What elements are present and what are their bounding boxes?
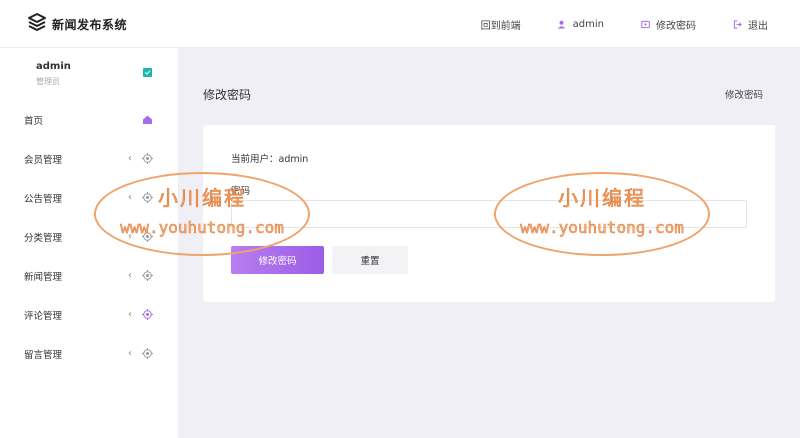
sidebar-item-comments[interactable]: 评论管理 ‹ [0, 295, 178, 334]
sidebar-item-news[interactable]: 新闻管理 ‹ [0, 256, 178, 295]
sidebar-user-name: admin [36, 61, 71, 72]
logout-link[interactable]: 退出 [732, 17, 768, 32]
sidebar-item-members[interactable]: 会员管理 ‹ [0, 139, 178, 178]
app-title: 新闻发布系统 [52, 17, 128, 32]
password-icon [640, 19, 650, 29]
change-password-link[interactable]: 修改密码 [640, 17, 696, 32]
top-header: 新闻发布系统 回到前端 admin 修改密码 退出 [0, 0, 800, 48]
target-icon [142, 231, 153, 242]
password-form-card: 当前用户：admin 密码 修改密码 重置 [203, 125, 775, 302]
logout-label: 退出 [748, 20, 768, 32]
sidebar-item-announcements[interactable]: 公告管理 ‹ [0, 178, 178, 217]
chevron-left-icon: ‹ [128, 153, 132, 164]
home-icon [142, 114, 153, 125]
sidebar-item-label: 评论管理 [24, 310, 63, 322]
sidebar-item-label: 留言管理 [24, 349, 63, 361]
sidebar-user-role: 管理员 [36, 77, 60, 86]
target-icon [142, 270, 153, 281]
sidebar: admin 管理员 首页 会员管理 ‹ 公告管理 ‹ 分类管理 ‹ 新闻管理 ‹… [0, 48, 178, 438]
chevron-left-icon: ‹ [128, 270, 132, 281]
target-icon [142, 309, 153, 320]
sidebar-item-label: 首页 [24, 115, 44, 127]
sidebar-item-home[interactable]: 首页 [0, 100, 178, 139]
page-title: 修改密码 [203, 88, 252, 102]
chevron-left-icon: ‹ [128, 231, 132, 242]
chevron-left-icon: ‹ [128, 348, 132, 359]
password-input[interactable] [231, 200, 747, 228]
user-menu-label: admin [572, 18, 604, 30]
reset-button[interactable]: 重置 [332, 246, 408, 274]
user-menu[interactable]: admin [557, 19, 604, 30]
back-to-frontend-label: 回到前端 [480, 20, 521, 32]
layers-logo-icon [27, 12, 47, 36]
back-to-frontend-link[interactable]: 回到前端 [481, 17, 521, 32]
target-icon [142, 192, 153, 203]
target-icon [142, 348, 153, 359]
sidebar-item-label: 分类管理 [24, 232, 63, 244]
password-label: 密码 [231, 186, 251, 197]
chevron-left-icon: ‹ [128, 192, 132, 203]
sidebar-user: admin 管理员 [0, 48, 178, 96]
user-icon [557, 19, 567, 29]
sidebar-item-label: 新闻管理 [24, 271, 63, 283]
sidebar-item-label: 会员管理 [24, 154, 63, 166]
sidebar-item-categories[interactable]: 分类管理 ‹ [0, 217, 178, 256]
chevron-left-icon: ‹ [128, 309, 132, 320]
logout-icon [732, 19, 742, 29]
target-icon [142, 153, 153, 164]
breadcrumb[interactable]: 修改密码 [725, 87, 763, 101]
change-password-button[interactable]: 修改密码 [231, 246, 324, 274]
top-nav: 回到前端 admin 修改密码 退出 [445, 0, 768, 48]
sidebar-nav: 首页 会员管理 ‹ 公告管理 ‹ 分类管理 ‹ 新闻管理 ‹ 评论管理 ‹ 留言… [0, 100, 178, 373]
change-password-label: 修改密码 [656, 20, 696, 32]
brand[interactable]: 新闻发布系统 [27, 12, 127, 36]
sidebar-item-label: 公告管理 [24, 193, 63, 205]
check-icon [143, 68, 152, 77]
current-user-text: 当前用户：admin [231, 154, 309, 165]
sidebar-item-messages[interactable]: 留言管理 ‹ [0, 334, 178, 373]
main-content: 修改密码 修改密码 当前用户：admin 密码 修改密码 重置 [178, 48, 800, 438]
